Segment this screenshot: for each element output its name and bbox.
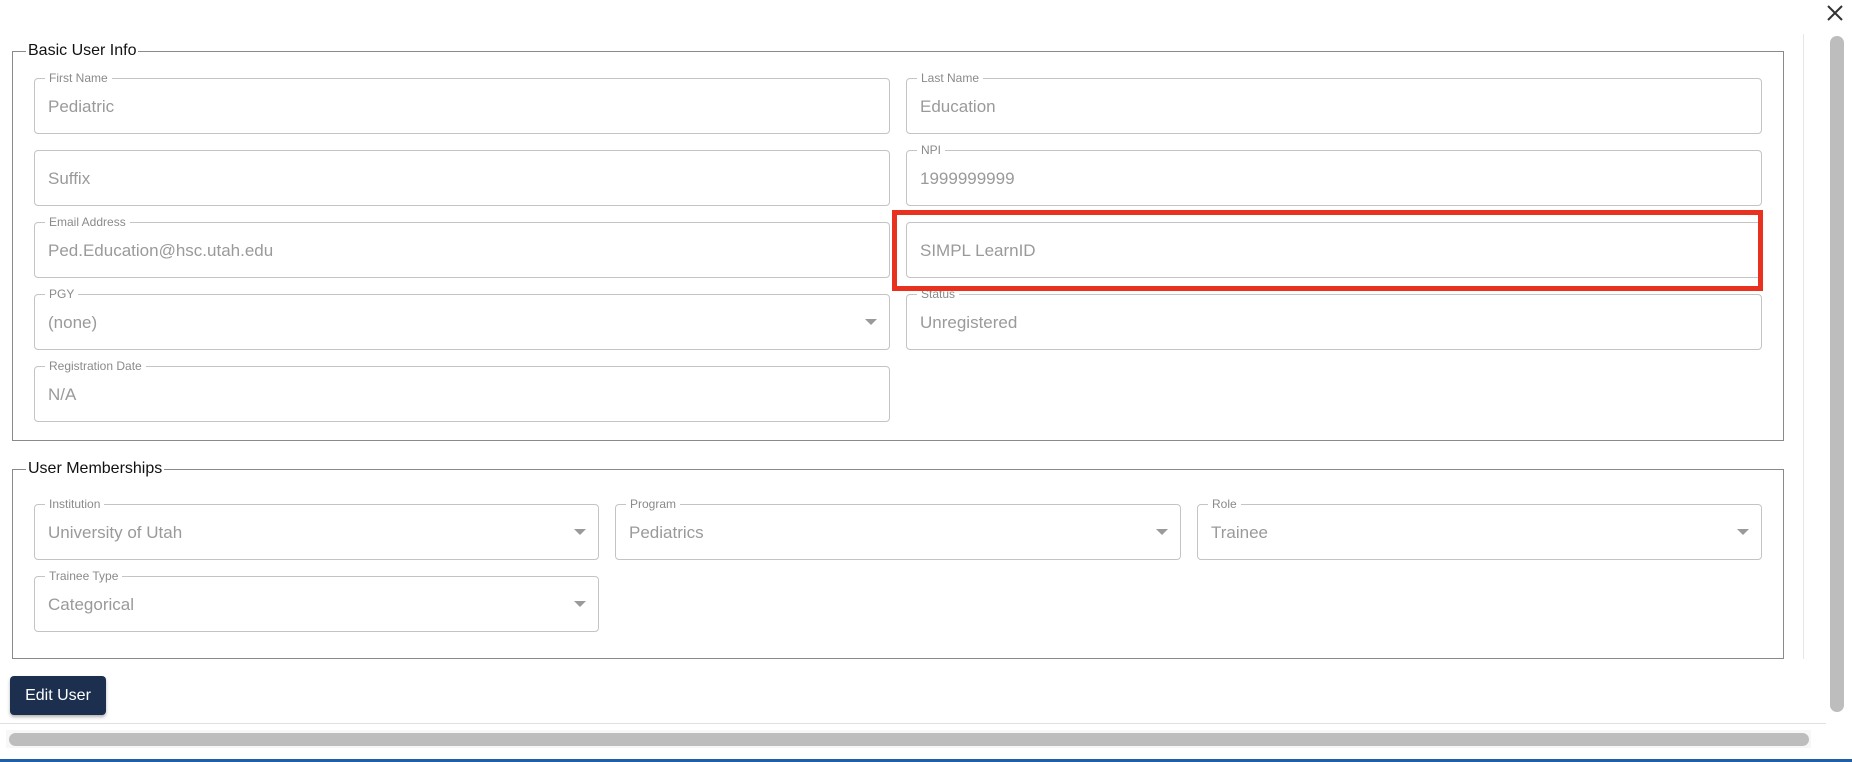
program-label: Program <box>626 497 681 511</box>
status-label: Status <box>917 287 960 301</box>
edit-user-button[interactable]: Edit User <box>10 676 106 715</box>
trainee-type-select[interactable]: Trainee Type Categorical <box>34 569 599 632</box>
vertical-scrollbar-thumb[interactable] <box>1830 36 1844 712</box>
close-icon[interactable] <box>1824 2 1846 24</box>
horizontal-scrollbar[interactable] <box>6 730 1811 748</box>
basic-user-info-legend: Basic User Info <box>28 42 137 59</box>
trainee-type-value: Categorical <box>48 595 134 614</box>
last-name-label: Last Name <box>917 71 984 85</box>
npi-label: NPI <box>917 143 946 157</box>
pgy-label: PGY <box>45 287 79 301</box>
email-label: Email Address <box>45 215 130 229</box>
simpl-learnid-placeholder: SIMPL LearnID <box>920 241 1036 260</box>
suffix-placeholder: Suffix <box>48 169 91 188</box>
institution-label: Institution <box>45 497 105 511</box>
institution-select[interactable]: Institution University of Utah <box>34 497 599 560</box>
vertical-scrollbar[interactable] <box>1830 36 1844 712</box>
email-field[interactable]: Email Address Ped.Education@hsc.utah.edu <box>34 215 890 278</box>
chevron-down-icon[interactable] <box>865 319 877 325</box>
suffix-field[interactable]: Suffix <box>34 150 890 206</box>
email-value: Ped.Education@hsc.utah.edu <box>48 241 274 260</box>
npi-field[interactable]: NPI 1999999999 <box>906 143 1762 206</box>
program-select[interactable]: Program Pediatrics <box>615 497 1181 560</box>
first-name-value: Pediatric <box>48 97 115 116</box>
chevron-down-icon[interactable] <box>1156 529 1168 535</box>
role-select[interactable]: Role Trainee <box>1197 497 1762 560</box>
chevron-down-icon[interactable] <box>574 529 586 535</box>
role-label: Role <box>1208 497 1241 511</box>
npi-value: 1999999999 <box>920 169 1015 188</box>
horizontal-scrollbar-thumb[interactable] <box>9 733 1809 746</box>
registration-date-label: Registration Date <box>45 359 146 373</box>
chevron-down-icon[interactable] <box>1737 529 1749 535</box>
first-name-label: First Name <box>45 71 112 85</box>
registration-date-value: N/A <box>48 385 77 404</box>
institution-value: University of Utah <box>48 523 183 542</box>
footer-divider <box>0 723 1826 724</box>
content-divider <box>1803 34 1804 659</box>
last-name-field[interactable]: Last Name Education <box>906 71 1762 134</box>
first-name-field[interactable]: First Name Pediatric <box>34 71 890 134</box>
registration-date-field[interactable]: Registration Date N/A <box>34 359 890 422</box>
last-name-value: Education <box>920 97 996 116</box>
status-field[interactable]: Status Unregistered <box>906 287 1762 350</box>
pgy-select[interactable]: PGY (none) <box>34 287 890 350</box>
trainee-type-label: Trainee Type <box>45 569 123 583</box>
simpl-learnid-field[interactable]: SIMPL LearnID <box>906 222 1762 278</box>
program-value: Pediatrics <box>629 523 704 542</box>
chevron-down-icon[interactable] <box>574 601 586 607</box>
pgy-value: (none) <box>48 313 98 332</box>
role-value: Trainee <box>1211 523 1269 542</box>
user-memberships-legend: User Memberships <box>28 460 163 477</box>
status-value: Unregistered <box>920 313 1018 332</box>
